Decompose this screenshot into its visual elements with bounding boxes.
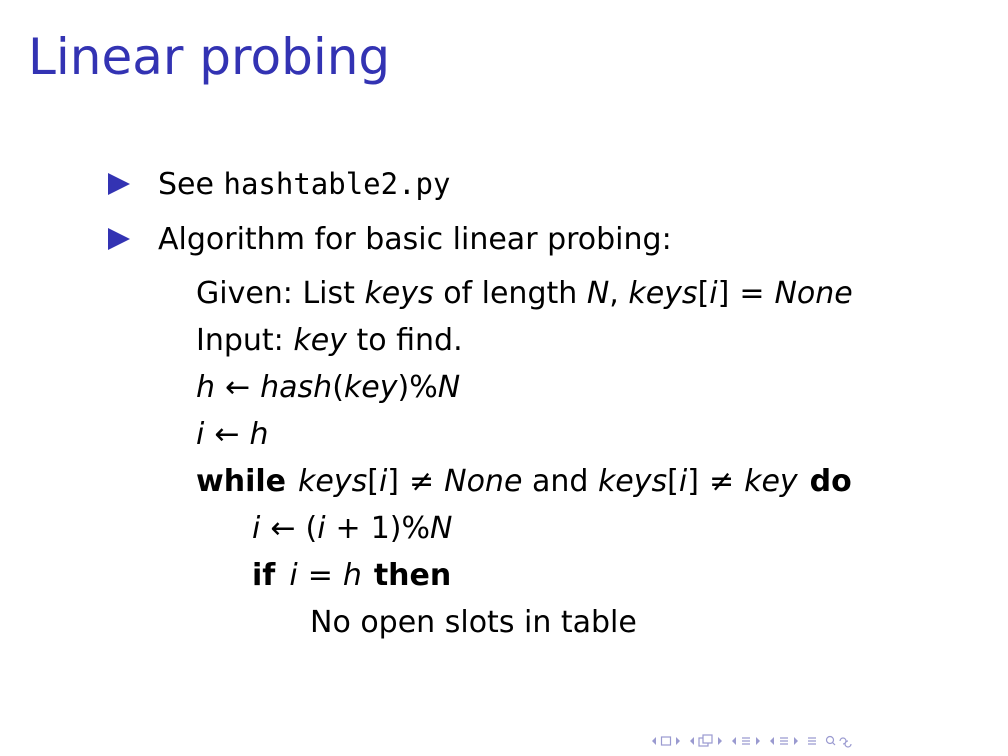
algo-operator: ←: [214, 417, 240, 452]
frame-nav-group[interactable]: [650, 735, 682, 747]
bullet-triangle-icon: [108, 228, 130, 250]
algo-operator: ≠: [409, 464, 435, 499]
algo-keyword: then: [373, 558, 452, 593]
search-icon[interactable]: [824, 734, 858, 748]
algo-var: N: [429, 511, 453, 546]
algo-var: keys: [597, 464, 668, 499]
algorithm-given-line: Given: List keys of length N, keys[i] = No…: [196, 274, 853, 314]
algo-var: i: [709, 276, 718, 311]
algo-var: key: [744, 464, 798, 499]
algo-var: N: [586, 276, 610, 311]
algo-var: h: [249, 417, 269, 452]
nav-left-icon[interactable]: [688, 736, 696, 746]
algo-var: None: [444, 464, 523, 499]
algo-keyword: do: [809, 464, 852, 499]
nav-right-icon[interactable]: [754, 736, 762, 746]
section-icon[interactable]: [740, 735, 752, 747]
subsection-icon[interactable]: [698, 734, 714, 748]
algo-var: h: [196, 370, 216, 405]
algo-symbol: ]: [717, 276, 730, 311]
algo-symbol: (: [305, 511, 318, 546]
subsection-nav-group[interactable]: [730, 735, 762, 747]
algo-symbol: 1)%: [370, 511, 430, 546]
algo-symbol: [: [367, 464, 379, 499]
algo-var: i: [289, 558, 298, 593]
algorithm-hash-line: h ← hash(key)%N: [196, 368, 460, 408]
algo-var: hash: [260, 370, 333, 405]
bullet-item-see-file: See hashtable2.py: [108, 164, 450, 204]
algo-operator: ←: [225, 370, 251, 405]
algorithm-while-line: while keys[i] ≠ None and keys[i] ≠ key do: [196, 462, 852, 502]
algo-text: to find.: [346, 323, 463, 358]
algo-text: Input:: [196, 323, 294, 358]
algo-var: key: [343, 370, 398, 405]
beamer-navigation-bar: [650, 730, 858, 752]
algo-symbol: ]: [387, 464, 399, 499]
algo-var: i: [678, 464, 688, 499]
algo-operator: =: [307, 558, 333, 593]
algorithm-no-slots-line: No open slots in table: [310, 605, 637, 640]
algo-symbol: )%: [397, 370, 438, 405]
section-icon[interactable]: [778, 735, 790, 747]
algo-var: keys: [364, 276, 434, 311]
algo-keyword: if: [252, 558, 276, 593]
algo-symbol: (: [332, 370, 344, 405]
section-nav-group[interactable]: [768, 735, 800, 747]
bullet-text: See: [158, 166, 224, 202]
algo-operator: =: [739, 276, 765, 311]
algo-keyword: while: [196, 464, 286, 499]
algo-symbol: ]: [687, 464, 699, 499]
slide-title: Linear probing: [28, 28, 391, 86]
nav-left-icon[interactable]: [768, 736, 776, 746]
algo-operator: ←: [270, 511, 296, 546]
algo-text: ,: [609, 276, 629, 311]
nav-right-icon[interactable]: [716, 736, 724, 746]
algo-var: h: [342, 558, 362, 593]
nav-right-icon[interactable]: [792, 736, 800, 746]
algorithm-input-line: Input: key to find.: [196, 321, 463, 361]
algo-symbol: [: [697, 276, 710, 311]
algo-symbol: [: [667, 464, 679, 499]
algo-var: i: [317, 511, 326, 546]
algo-var: key: [293, 323, 347, 358]
algorithm-if-line: if i = h then: [252, 556, 451, 596]
algo-var: N: [437, 370, 461, 405]
algo-text: of length: [433, 276, 587, 311]
algo-var: keys: [628, 276, 698, 311]
algo-text: Given: List: [196, 276, 365, 311]
algorithm-init-line: i ← h: [196, 415, 269, 455]
algo-text: and: [522, 464, 598, 499]
slide-nav-group[interactable]: [688, 734, 724, 748]
algorithm-step-line: i ← (i +1)%N: [252, 509, 452, 549]
algo-operator: +: [335, 511, 361, 546]
algo-var: keys: [298, 464, 368, 499]
nav-right-icon[interactable]: [674, 736, 682, 746]
code-filename: hashtable2.py: [223, 167, 451, 201]
nav-left-icon[interactable]: [650, 736, 658, 746]
nav-left-icon[interactable]: [730, 736, 738, 746]
bullet-item-algorithm: Algorithm for basic linear probing:: [108, 219, 672, 259]
bullet-triangle-icon: [108, 173, 130, 195]
bullet-text: Algorithm for basic linear probing:: [158, 221, 672, 257]
align-icon[interactable]: [806, 735, 818, 747]
algo-operator: ≠: [708, 464, 735, 499]
frame-icon[interactable]: [660, 735, 672, 747]
algo-var: None: [774, 276, 853, 311]
